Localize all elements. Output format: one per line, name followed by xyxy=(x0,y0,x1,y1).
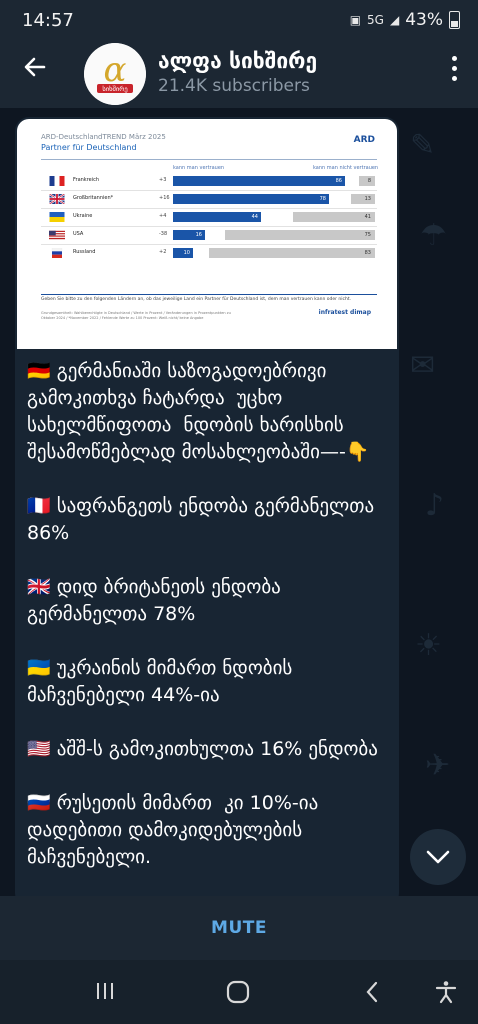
column-trust-label: kann man vertrauen xyxy=(173,165,225,171)
notrust-value: 41 xyxy=(364,214,371,220)
chevron-down-icon xyxy=(426,850,450,864)
doodle-icon: ♪ xyxy=(425,488,445,523)
country-delta: +4 xyxy=(159,213,167,219)
trust-value: 10 xyxy=(183,250,190,256)
chart-footer-question: Geben Sie bitte zu den folgenden Ländern… xyxy=(41,297,352,302)
trust-value: 78 xyxy=(319,196,326,202)
message-line-usa: 🇺🇸 აშშ-ს გამოკითხულთა 16% ენდობა xyxy=(27,738,378,760)
country-delta: +2 xyxy=(159,249,167,255)
notrust-value: 83 xyxy=(364,250,371,256)
notrust-value: 75 xyxy=(364,232,371,238)
channel-avatar[interactable]: α სიხშირე xyxy=(84,43,146,105)
chat-header: α სიხშირე ალფა სიხშირე 21.4K subscribers xyxy=(0,40,478,108)
trust-bar: 10 xyxy=(173,248,193,258)
chart-row: Russland +2 10 83 xyxy=(41,245,377,261)
chart-row: Frankreich +3 86 8 xyxy=(41,173,377,189)
post-image[interactable]: ARD-DeutschlandTREND März 2025 Partner f… xyxy=(17,119,397,349)
trust-bar: 44 xyxy=(173,212,261,222)
france-flag-icon xyxy=(49,176,65,186)
network-label: 5G xyxy=(367,13,384,27)
message-line-russia: 🇷🇺 რუსეთის მიმართ კი 10%-ია დადებითი დამ… xyxy=(27,792,325,868)
message-line-uk: 🇬🇧 დიდ ბრიტანეთს ენდობა გერმანელთა 78% xyxy=(27,576,287,625)
message-intro: 🇩🇪 გერმანიაში საზოგადოებრივი გამოკითხვა … xyxy=(27,360,370,463)
country-delta: +3 xyxy=(159,177,167,183)
trust-value: 86 xyxy=(335,178,342,184)
doodle-icon: ✈ xyxy=(425,748,451,783)
country-name: Russland xyxy=(73,249,96,255)
system-nav-bar xyxy=(0,960,478,1024)
svg-text:სიხშირე: სიხშირე xyxy=(102,84,127,93)
country-name: Frankreich xyxy=(73,177,100,183)
country-name: Großbritannien* xyxy=(73,195,114,201)
accessibility-icon[interactable] xyxy=(434,980,458,1010)
footer-divider xyxy=(41,294,377,295)
russia-flag-icon xyxy=(51,248,63,258)
notrust-bar: 41 xyxy=(293,212,375,222)
trust-bar: 86 xyxy=(173,176,345,186)
message-text: 🇩🇪 გერმანიაში საზოგადოებრივი გამოკითხვა … xyxy=(27,358,389,871)
doodle-icon: ☂ xyxy=(420,218,447,253)
message-bubble[interactable]: ARD-DeutschlandTREND März 2025 Partner f… xyxy=(15,117,399,907)
notrust-value: 13 xyxy=(364,196,371,202)
trust-value: 44 xyxy=(251,214,258,220)
message-line-ukraine: 🇺🇦 უკრაინის მიმართ ნდობის მაჩვენებელი 44… xyxy=(27,657,299,706)
trust-value: 16 xyxy=(195,232,202,238)
chart-row: Ukraine +4 44 41 xyxy=(41,209,377,225)
image-subtitle: Partner für Deutschland xyxy=(41,143,137,152)
notrust-bar: 83 xyxy=(209,248,375,258)
doodle-icon: ✎ xyxy=(410,128,436,163)
subscriber-count: 21.4K subscribers xyxy=(158,76,310,96)
usa-flag-icon xyxy=(49,230,65,240)
home-icon[interactable] xyxy=(226,980,250,1010)
more-menu-icon[interactable] xyxy=(450,56,458,86)
status-time: 14:57 xyxy=(22,10,74,31)
status-icons: ▣ 5G ◢ 43% xyxy=(350,10,460,30)
notrust-value: 8 xyxy=(367,178,371,184)
country-name: USA xyxy=(73,231,84,237)
chart-footer-notes: Grundgesamtheit: Wahlberechtigte in Deut… xyxy=(41,311,231,320)
doodle-icon: ✉ xyxy=(410,348,436,383)
trust-bar: 78 xyxy=(173,194,329,204)
alpha-logo-icon: α სიხშირე xyxy=(84,43,146,105)
ard-logo: ARD xyxy=(353,135,375,145)
country-delta: -38 xyxy=(159,231,168,237)
image-header-line: ARD-DeutschlandTREND März 2025 xyxy=(41,133,166,141)
message-line-france: 🇫🇷 საფრანგეთს ენდობა გერმანელთა 86% xyxy=(27,495,381,544)
doodle-icon: ☀ xyxy=(415,628,442,663)
chart-row: Großbritannien* +16 78 13 xyxy=(41,191,377,207)
infratest-brand: infratest dimap xyxy=(318,309,371,316)
signal-icon: ◢ xyxy=(389,13,400,27)
mute-button[interactable]: MUTE xyxy=(211,918,267,938)
uk-flag-icon xyxy=(49,194,65,204)
scroll-down-button[interactable] xyxy=(410,829,466,885)
mute-bar: MUTE xyxy=(0,896,478,960)
ukraine-flag-icon xyxy=(49,212,65,222)
notrust-bar: 13 xyxy=(351,194,375,204)
column-notrust-label: kann man nicht vertrauen xyxy=(313,165,379,171)
system-back-icon[interactable] xyxy=(364,980,380,1010)
back-arrow-icon[interactable] xyxy=(22,54,48,86)
status-bar: 14:57 ▣ 5G ◢ 43% xyxy=(0,0,478,40)
notification-icon: ▣ xyxy=(349,13,362,27)
channel-title[interactable]: ალფა სიხშირე xyxy=(158,49,317,73)
image-divider xyxy=(41,159,377,160)
country-name: Ukraine xyxy=(73,213,93,219)
recent-apps-icon[interactable] xyxy=(94,980,116,1008)
battery-percent: 43% xyxy=(405,10,443,30)
battery-icon xyxy=(449,11,460,29)
chart-row: USA -38 16 75 xyxy=(41,227,377,243)
trust-bar: 16 xyxy=(173,230,205,240)
notrust-bar: 75 xyxy=(225,230,375,240)
country-delta: +16 xyxy=(159,195,170,201)
notrust-bar: 8 xyxy=(359,176,375,186)
